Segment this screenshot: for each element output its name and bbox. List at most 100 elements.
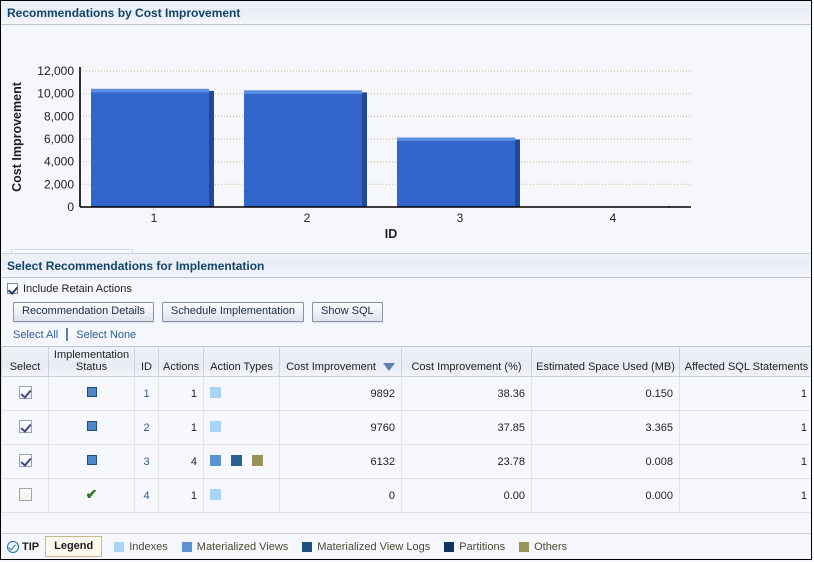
cell-cost-improvement-pct: 23.78 bbox=[402, 445, 532, 479]
svg-text:10,000: 10,000 bbox=[37, 87, 74, 101]
table-row: 21976037.853.3651 bbox=[2, 411, 813, 445]
legend-swatch-icon bbox=[519, 542, 529, 552]
cell-action-types bbox=[204, 445, 280, 479]
column-header-estimated-space[interactable]: Estimated Space Used (MB) bbox=[532, 347, 680, 377]
include-retain-actions-row[interactable]: Include Retain Actions bbox=[1, 278, 812, 297]
column-header-implementation-status-line2: Status bbox=[76, 361, 107, 373]
cell-select bbox=[2, 479, 49, 513]
cell-actions: 4 bbox=[159, 445, 204, 479]
action-type-swatches bbox=[210, 387, 276, 401]
table-row: 34613223.780.0081 bbox=[2, 445, 813, 479]
column-header-id[interactable]: ID bbox=[135, 347, 159, 377]
chart-region: 12,000 10,000 8,000 6,000 4,000 2,000 0 … bbox=[1, 25, 811, 249]
svg-text:0: 0 bbox=[67, 200, 74, 214]
cell-affected-sql: 1 bbox=[680, 411, 813, 445]
legend-item-label: Materialized View Logs bbox=[317, 541, 430, 553]
select-all-link[interactable]: Select All bbox=[13, 329, 58, 341]
id-link[interactable]: 3 bbox=[143, 456, 149, 468]
recommendations-section: Select Recommendations for Implementatio… bbox=[1, 254, 812, 513]
cell-id: 1 bbox=[135, 377, 159, 411]
cell-action-types bbox=[204, 377, 280, 411]
status-square-icon bbox=[87, 455, 97, 465]
cell-id: 3 bbox=[135, 445, 159, 479]
cell-cost-improvement-pct: 0.00 bbox=[402, 479, 532, 513]
cell-estimated-space: 0.150 bbox=[532, 377, 680, 411]
chart-x-axis-title: ID bbox=[385, 227, 398, 241]
id-link[interactable]: 2 bbox=[143, 422, 149, 434]
column-header-actions[interactable]: Actions bbox=[159, 347, 204, 377]
column-header-select[interactable]: Select bbox=[2, 347, 49, 377]
cell-estimated-space: 3.365 bbox=[532, 411, 680, 445]
select-none-link[interactable]: Select None bbox=[76, 329, 136, 341]
chart-section-title: Recommendations by Cost Improvement bbox=[7, 6, 240, 20]
schedule-implementation-button[interactable]: Schedule Implementation bbox=[162, 302, 304, 322]
id-link[interactable]: 4 bbox=[143, 490, 149, 502]
cell-cost-improvement-pct: 38.36 bbox=[402, 377, 532, 411]
row-select-checkbox[interactable] bbox=[19, 454, 32, 467]
status-check-icon: ✔ bbox=[86, 489, 98, 499]
legend-items: Indexes Materialized Views Materialized Vi… bbox=[114, 541, 567, 553]
column-header-cost-improvement-label: Cost Improvement bbox=[286, 361, 376, 373]
cell-implementation-status: ✔ bbox=[49, 479, 135, 513]
action-type-swatches bbox=[210, 489, 276, 503]
legend-item: Indexes bbox=[114, 541, 168, 553]
table-body: 11989238.360.150121976037.853.3651346132… bbox=[2, 377, 813, 513]
svg-text:12,000: 12,000 bbox=[37, 64, 74, 78]
cell-select bbox=[2, 411, 49, 445]
tip-check-icon bbox=[7, 541, 19, 553]
cell-id: 4 bbox=[135, 479, 159, 513]
column-header-cost-improvement[interactable]: Cost Improvement bbox=[280, 347, 402, 377]
cell-cost-improvement: 9760 bbox=[280, 411, 402, 445]
svg-text:4: 4 bbox=[610, 211, 617, 225]
column-header-action-types[interactable]: Action Types bbox=[204, 347, 280, 377]
legend-item-label: Others bbox=[534, 541, 567, 553]
legend-item-label: Partitions bbox=[459, 541, 505, 553]
legend-swatch-icon bbox=[302, 542, 312, 552]
include-retain-actions-label: Include Retain Actions bbox=[23, 283, 132, 295]
cell-id: 2 bbox=[135, 411, 159, 445]
select-links-row: Select All Select None bbox=[1, 326, 812, 346]
bottom-legend-bar: TIP Legend IndexesMaterialized ViewsMate… bbox=[1, 533, 812, 559]
show-sql-button[interactable]: Show SQL bbox=[312, 302, 383, 322]
column-header-implementation-status[interactable]: Implementation Status bbox=[49, 347, 135, 377]
cell-action-types bbox=[204, 479, 280, 513]
svg-text:4,000: 4,000 bbox=[44, 155, 74, 169]
action-buttons-row: Recommendation Details Schedule Implemen… bbox=[1, 297, 812, 326]
table-row: 11989238.360.1501 bbox=[2, 377, 813, 411]
action-type-swatches bbox=[210, 455, 276, 469]
table-row: ✔4100.000.0001 bbox=[2, 479, 813, 513]
svg-text:1: 1 bbox=[151, 211, 158, 225]
legend-swatch-icon bbox=[114, 542, 124, 552]
action-type-swatch-icon bbox=[231, 455, 242, 466]
row-select-checkbox[interactable] bbox=[19, 386, 32, 399]
cell-cost-improvement-pct: 37.85 bbox=[402, 411, 532, 445]
svg-text:3: 3 bbox=[457, 211, 464, 225]
id-link[interactable]: 1 bbox=[143, 388, 149, 400]
chart-y-axis-title: Cost Improvement bbox=[10, 81, 24, 192]
cell-cost-improvement: 0 bbox=[280, 479, 402, 513]
legend-swatch-icon bbox=[444, 542, 454, 552]
status-square-icon bbox=[87, 421, 97, 431]
action-type-swatch-icon bbox=[210, 387, 221, 398]
sort-descending-icon[interactable] bbox=[383, 363, 395, 371]
include-retain-actions-checkbox[interactable] bbox=[7, 283, 18, 294]
svg-text:8,000: 8,000 bbox=[44, 109, 74, 123]
cell-actions: 1 bbox=[159, 479, 204, 513]
legend-item-label: Materialized Views bbox=[197, 541, 289, 553]
column-header-affected-sql[interactable]: Affected SQL Statements bbox=[680, 347, 813, 377]
cell-actions: 1 bbox=[159, 377, 204, 411]
column-header-implementation-status-line1: Implementation bbox=[54, 349, 129, 361]
row-select-checkbox[interactable] bbox=[19, 488, 32, 501]
legend-item: Materialized View Logs bbox=[302, 541, 430, 553]
page-root: Recommendations by Cost Improvement bbox=[0, 0, 812, 560]
legend-tab[interactable]: Legend bbox=[45, 536, 102, 557]
chart-section-header: Recommendations by Cost Improvement bbox=[1, 1, 811, 25]
cell-action-types bbox=[204, 411, 280, 445]
row-select-checkbox[interactable] bbox=[19, 420, 32, 433]
recommendations-table: Select Implementation Status ID Actions … bbox=[1, 346, 812, 513]
svg-text:2: 2 bbox=[304, 211, 311, 225]
action-type-swatches bbox=[210, 421, 276, 435]
action-type-swatch-icon bbox=[210, 455, 221, 466]
column-header-cost-improvement-pct[interactable]: Cost Improvement (%) bbox=[402, 347, 532, 377]
recommendation-details-button[interactable]: Recommendation Details bbox=[13, 302, 154, 322]
